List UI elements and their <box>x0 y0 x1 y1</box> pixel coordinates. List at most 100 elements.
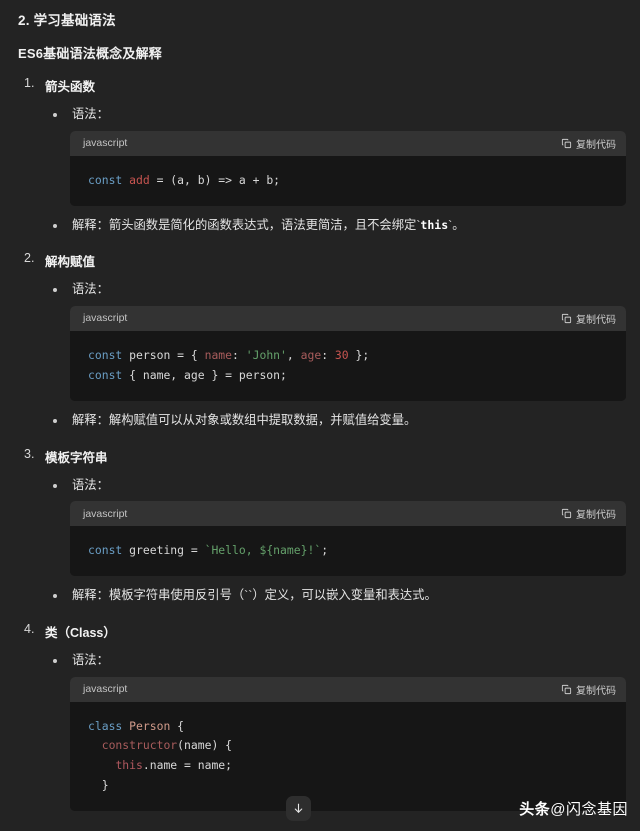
code-token: { <box>170 718 185 733</box>
copy-code-button[interactable]: 复制代码 <box>561 311 616 326</box>
page-title: 2. 学习基础语法 <box>18 13 116 28</box>
watermark: 头条@闪念基因 <box>519 798 628 819</box>
code-block-header: javascript 复制代码 <box>70 676 626 702</box>
topic-heading: 4. 类（Class） <box>0 622 640 641</box>
code-token: const <box>88 367 123 382</box>
code-token: 'John' <box>245 347 287 362</box>
explanation-prefix: 解释：模板字符串使用反引号（``）定义，可以嵌入变量和表达式。 <box>72 588 437 603</box>
copy-code-button[interactable]: 复制代码 <box>561 682 616 697</box>
code-token: ; <box>321 543 329 558</box>
bullet-list: 语法： <box>0 280 640 300</box>
subsection-title: ES6基础语法概念及解释 <box>18 46 162 61</box>
code-token: const <box>88 172 123 187</box>
code-token: constructor <box>101 738 178 753</box>
code-language-label: javascript <box>83 507 128 520</box>
topic-item: 2. 解构赋值语法： javascript 复制代码 const person = { … <box>0 251 640 430</box>
code-content[interactable]: const greeting = `Hello, ${name}!`; <box>70 526 626 577</box>
code-token: : <box>232 347 246 362</box>
topic-title: 解构赋值 <box>45 255 96 270</box>
code-token: 30 <box>334 347 349 362</box>
code-token: name <box>204 347 233 362</box>
copy-icon <box>561 509 572 519</box>
code-content[interactable]: class Person { constructor(name) { this.… <box>70 701 626 812</box>
explanation-suffix: `。 <box>448 217 465 232</box>
code-token: } <box>88 778 109 793</box>
inline-code: this <box>420 217 449 232</box>
code-token: : <box>321 347 335 362</box>
copy-code-label: 复制代码 <box>576 510 616 522</box>
code-language-label: javascript <box>83 312 128 325</box>
topic-heading: 1. 箭头函数 <box>0 76 640 95</box>
copy-code-button[interactable]: 复制代码 <box>561 136 616 151</box>
code-token: greeting = <box>122 543 205 558</box>
syntax-label: 语法： <box>0 651 640 671</box>
copy-code-button[interactable]: 复制代码 <box>561 506 616 521</box>
code-block: javascript 复制代码 class Person { constructor… <box>70 676 626 812</box>
code-token: age <box>300 347 322 362</box>
code-token: const <box>88 543 123 558</box>
explanation-text: 解释：模板字符串使用反引号（``）定义，可以嵌入变量和表达式。 <box>0 586 640 606</box>
explanation-prefix: 解释：箭头函数是简化的函数表达式，语法更简洁，且不会绑定` <box>72 217 421 232</box>
syntax-label: 语法： <box>0 105 640 125</box>
topic-item: 4. 类（Class） 语法： javascript 复制代码 class Person … <box>0 622 640 812</box>
code-block: javascript 复制代码 const add = (a, b) => a + … <box>70 130 626 206</box>
topic-number: 3. <box>24 446 35 461</box>
bullet-list: 语法： <box>0 105 640 125</box>
watermark-brand: 头条 <box>519 801 551 818</box>
syntax-label: 语法： <box>0 476 640 496</box>
code-token: `Hello, ${name}!` <box>204 543 322 558</box>
code-token: add <box>129 172 150 187</box>
bullet-list: 解释：解构赋值可以从对象或数组中提取数据，并赋值给变量。 <box>0 411 640 431</box>
code-content[interactable]: const person = { name: 'John', age: 30 }… <box>70 330 626 401</box>
topic-item: 1. 箭头函数语法： javascript 复制代码 const add = (a, b… <box>0 76 640 235</box>
bullet-list: 解释：箭头函数是简化的函数表达式，语法更简洁，且不会绑定`this`。 <box>0 216 640 236</box>
code-token: (name) { <box>177 738 233 753</box>
topic-title: 模板字符串 <box>45 450 108 465</box>
explanation-prefix: 解释：解构赋值可以从对象或数组中提取数据，并赋值给变量。 <box>72 412 417 427</box>
topic-title: 类（Class） <box>45 625 116 640</box>
copy-code-label: 复制代码 <box>576 685 616 697</box>
code-token: = (a, b) => a + b; <box>149 172 281 187</box>
topic-list: 1. 箭头函数语法： javascript 复制代码 const add = (a, b… <box>0 76 640 812</box>
copy-icon <box>561 138 572 148</box>
code-language-label: javascript <box>83 137 128 150</box>
topic-number: 4. <box>24 621 35 636</box>
code-token: .name = name; <box>142 758 233 773</box>
bullet-list: 解释：模板字符串使用反引号（``）定义，可以嵌入变量和表达式。 <box>0 586 640 606</box>
bullet-list: 语法： <box>0 651 640 671</box>
code-content[interactable]: const add = (a, b) => a + b; <box>70 155 626 206</box>
code-token: , <box>286 347 301 362</box>
watermark-handle: @闪念基因 <box>550 801 628 818</box>
arrow-down-icon <box>294 803 303 813</box>
code-block-header: javascript 复制代码 <box>70 305 626 331</box>
syntax-label: 语法： <box>0 280 640 300</box>
code-token: person = { <box>122 347 205 362</box>
copy-icon <box>561 313 572 324</box>
code-language-label: javascript <box>83 683 128 696</box>
code-token: this <box>115 758 143 773</box>
topic-number: 1. <box>24 76 35 90</box>
code-token: { name, age } = person; <box>122 367 287 382</box>
code-block: javascript 复制代码 const greeting = `Hello, $… <box>70 501 626 577</box>
scroll-down-button[interactable] <box>286 796 311 821</box>
code-block: javascript 复制代码 const person = { name: 'Jo… <box>70 305 626 401</box>
topic-item: 3. 模板字符串语法： javascript 复制代码 const greeting =… <box>0 447 640 606</box>
explanation-text: 解释：箭头函数是简化的函数表达式，语法更简洁，且不会绑定`this`。 <box>0 216 640 236</box>
topic-title: 箭头函数 <box>45 80 96 94</box>
explanation-text: 解释：解构赋值可以从对象或数组中提取数据，并赋值给变量。 <box>0 411 640 431</box>
topic-heading: 2. 解构赋值 <box>0 251 640 270</box>
code-block-header: javascript 复制代码 <box>70 501 626 527</box>
topic-heading: 3. 模板字符串 <box>0 447 640 466</box>
code-token: }; <box>348 347 370 362</box>
bullet-list: 语法： <box>0 476 640 496</box>
topic-number: 2. <box>24 251 35 266</box>
article-page: 2. 学习基础语法 ES6基础语法概念及解释 1. 箭头函数语法： javascri… <box>0 0 640 831</box>
code-token: Person <box>129 718 171 733</box>
code-block-header: javascript 复制代码 <box>70 130 626 156</box>
code-token: const <box>88 347 123 362</box>
code-token: class <box>88 718 123 733</box>
copy-icon <box>561 684 572 694</box>
copy-code-label: 复制代码 <box>576 139 616 151</box>
